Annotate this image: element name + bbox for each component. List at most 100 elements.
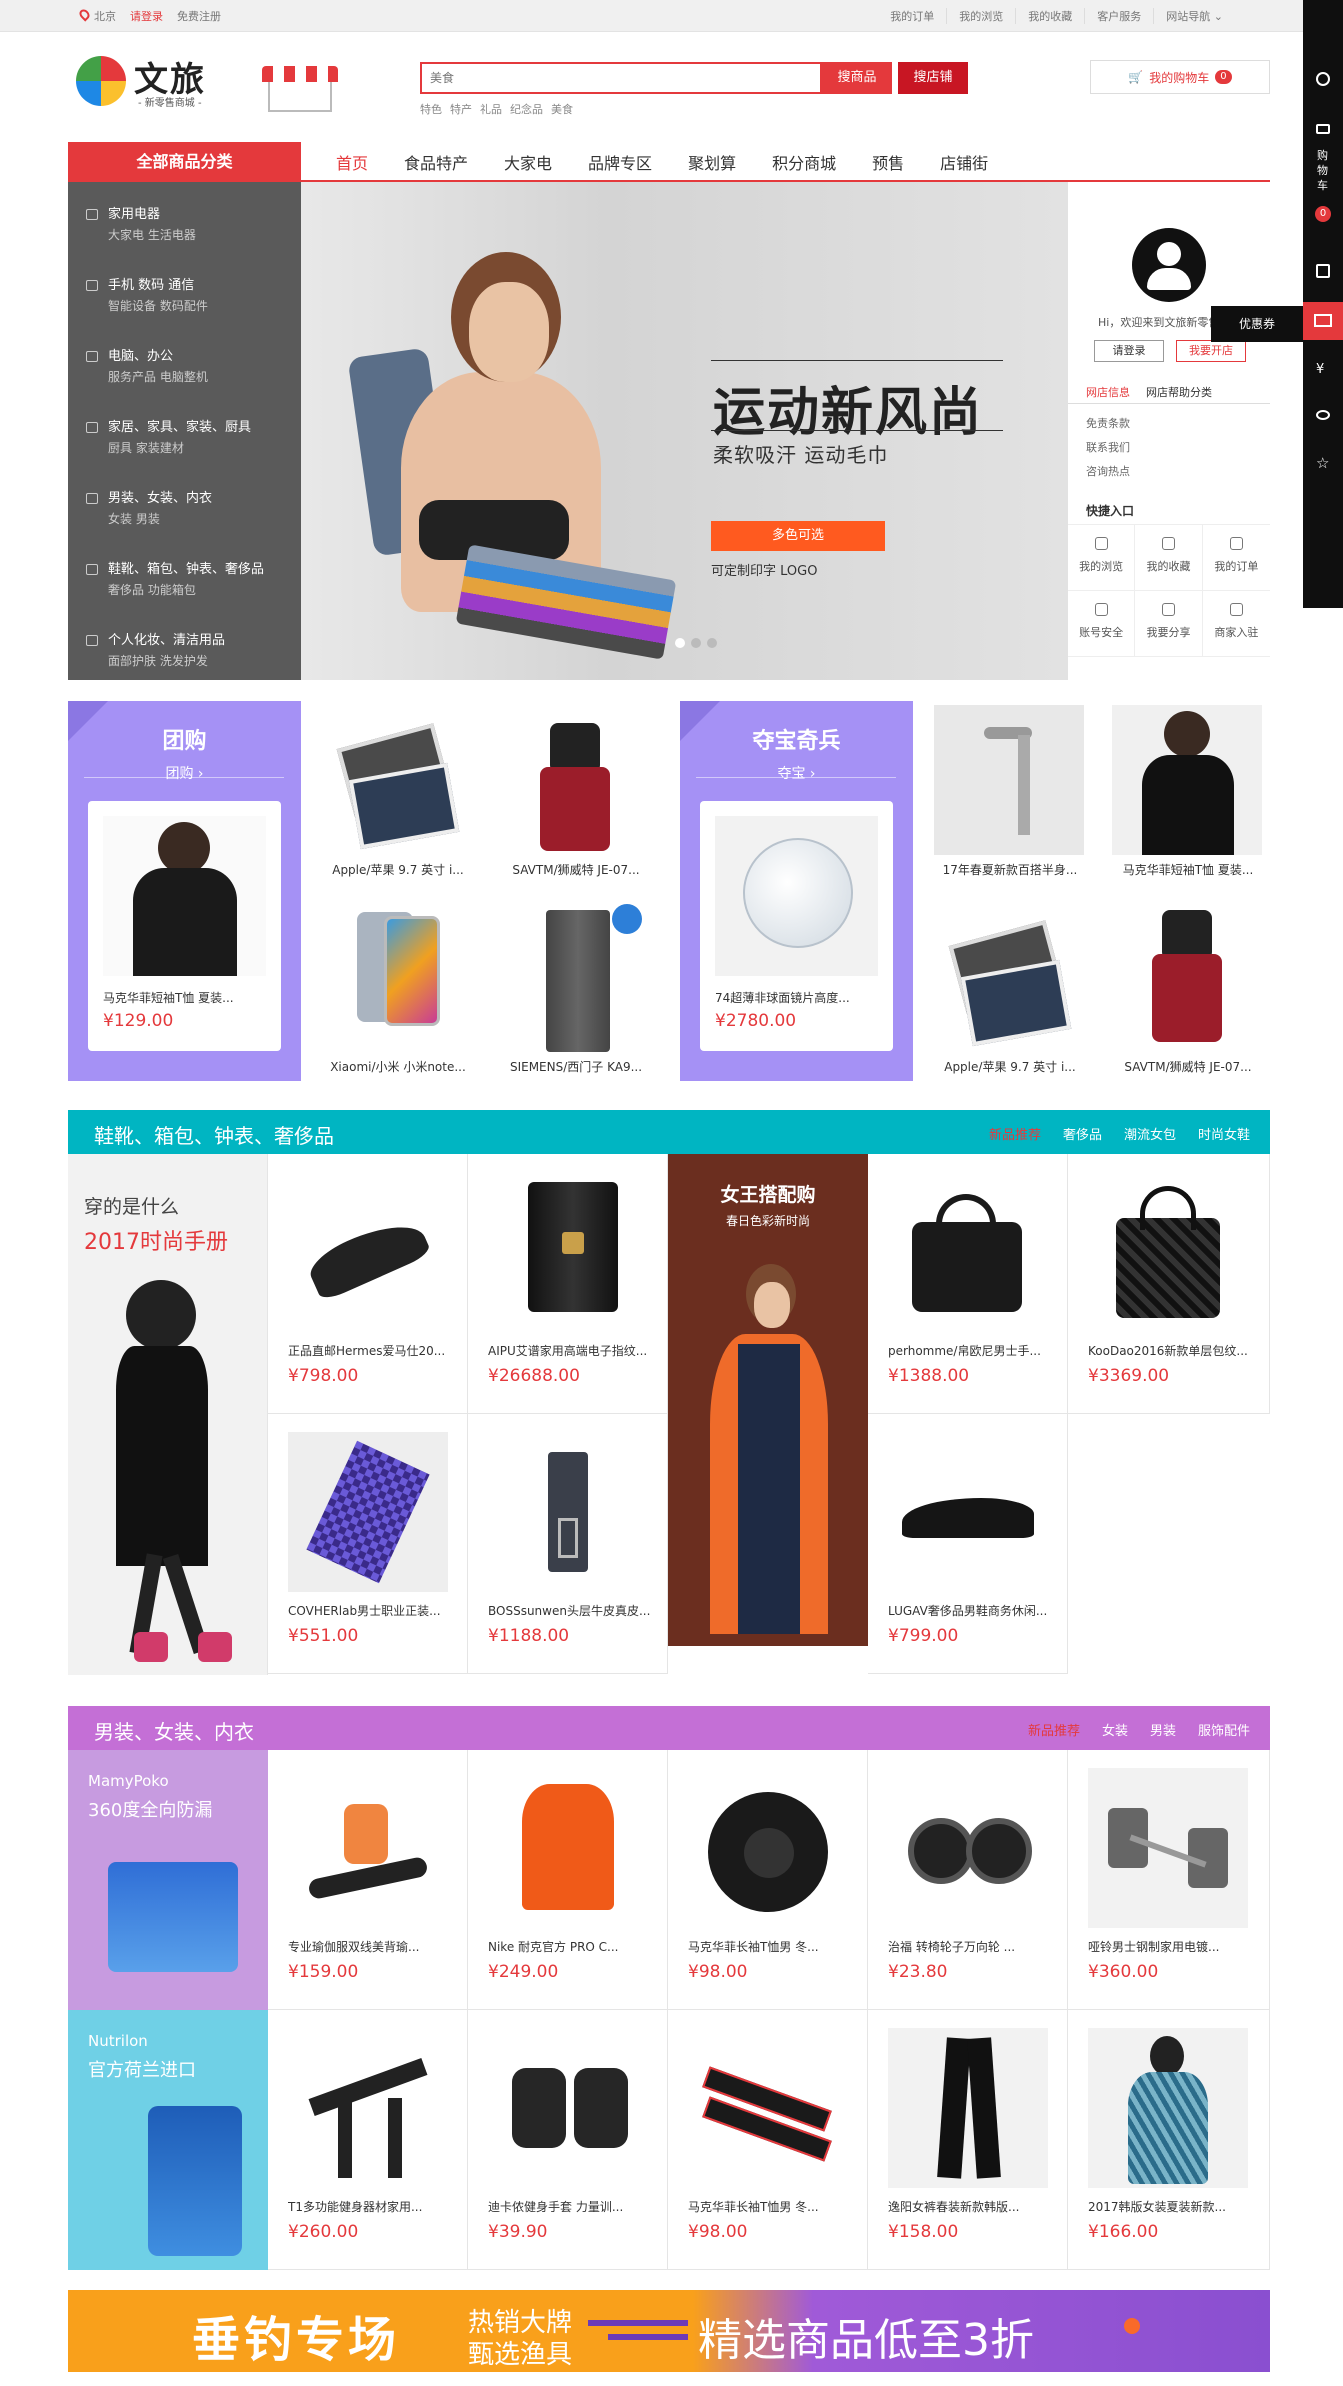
hero-banner[interactable]: 运动新风尚 柔软吸汗 运动毛巾 多色可选 可定制印字 LOGO [301, 182, 1068, 680]
treasure-panel[interactable]: 夺宝奇兵 夺宝 › 74超薄非球面镜片高度... ¥2780.00 [680, 701, 913, 1081]
product-card[interactable]: 迪卡侬健身手套 力量训... ¥39.90 [468, 2010, 668, 2270]
nav-brands[interactable]: 品牌专区 [588, 150, 652, 174]
cart-button[interactable]: 🛒 我的购物车 0 [1090, 60, 1270, 94]
nav-group-deals[interactable]: 聚划算 [688, 150, 736, 174]
login-link[interactable]: 请登录 [130, 8, 163, 24]
product-card[interactable]: SIEMENS/西门子 KA9... [490, 898, 662, 1094]
group-buy-panel[interactable]: 团购 团购 › 马克华菲短袖T恤 夏装... ¥129.00 [68, 701, 301, 1081]
user-icon[interactable] [1316, 72, 1330, 86]
floor-promo[interactable]: Nutrilon 官方荷兰进口 [68, 2010, 268, 2270]
product-card[interactable]: 正品直邮Hermes爱马仕20... ¥798.00 [268, 1154, 468, 1414]
floor-tab[interactable]: 时尚女鞋 [1198, 1124, 1250, 1143]
quick-orders[interactable]: 我的订单 [1202, 525, 1270, 591]
product-card[interactable]: 治福 转椅轮子万向轮 ... ¥23.80 [868, 1750, 1068, 2010]
notice-item[interactable]: 联系我们 [1086, 436, 1130, 460]
coupon-tooltip[interactable]: 优惠券 [1211, 306, 1303, 342]
eye-icon[interactable] [1316, 410, 1330, 420]
product-card[interactable]: LUGAV奢侈品男鞋商务休闲... ¥799.00 [868, 1414, 1068, 1674]
nav-appliances[interactable]: 大家电 [504, 150, 552, 174]
hot-word[interactable]: 礼品 [480, 101, 502, 117]
floor-tab[interactable]: 潮流女包 [1124, 1124, 1176, 1143]
floor-tab[interactable]: 男装 [1150, 1720, 1176, 1739]
floor-tab[interactable]: 奢侈品 [1063, 1124, 1102, 1143]
quick-favorites[interactable]: 我的收藏 [1135, 525, 1203, 591]
banner-dot[interactable] [691, 638, 701, 648]
product-card[interactable]: AIPU艾谱家用高端电子指纹... ¥26688.00 [468, 1154, 668, 1414]
banner-dot[interactable] [675, 638, 685, 648]
treasure-link[interactable]: 夺宝 › [680, 763, 913, 783]
quick-merchant[interactable]: 商家入驻 [1202, 591, 1270, 657]
category-item[interactable]: 家用电器 大家电 生活电器 [68, 194, 301, 265]
coupon-tab[interactable] [1303, 302, 1343, 340]
location[interactable]: 北京 [77, 7, 116, 24]
product-card[interactable]: SAVTM/狮威特 JE-07... [1102, 898, 1274, 1094]
star-icon[interactable]: ☆ [1316, 456, 1330, 471]
my-history-link[interactable]: 我的浏览 [946, 8, 1015, 24]
yen-icon[interactable]: ¥ [1316, 362, 1330, 377]
register-link[interactable]: 免费注册 [177, 8, 221, 24]
product-card[interactable]: T1多功能健身器材家用... ¥260.00 [268, 2010, 468, 2270]
notice-item[interactable]: 咨询热点 [1086, 460, 1130, 484]
product-card[interactable]: BOSSsunwen头层牛皮真皮... ¥1188.00 [468, 1414, 668, 1674]
product-card[interactable]: SAVTM/狮威特 JE-07... [490, 701, 662, 897]
hot-word[interactable]: 美食 [551, 101, 573, 117]
search-products-button[interactable]: 搜商品 [822, 62, 892, 94]
promo-banner[interactable]: 垂钓专场 热销大牌 甄选渔具 精选商品低至3折 [68, 2290, 1270, 2372]
category-item[interactable]: 个人化妆、清洁用品 面部护肤 洗发护发 [68, 620, 301, 691]
my-orders-link[interactable]: 我的订单 [878, 8, 946, 24]
floor-tab[interactable]: 新品推荐 [989, 1124, 1041, 1143]
group-buy-card[interactable]: 马克华菲短袖T恤 夏装... ¥129.00 [88, 801, 281, 1051]
cart-icon[interactable] [1316, 124, 1330, 134]
customer-service-link[interactable]: 客户服务 [1084, 8, 1153, 24]
toolbar-cart-label[interactable]: 购物车 [1317, 148, 1331, 193]
product-card[interactable]: Apple/苹果 9.7 英寸 i... [924, 898, 1096, 1094]
banner-button[interactable]: 多色可选 [711, 521, 885, 551]
hot-word[interactable]: 纪念品 [510, 101, 543, 117]
product-card[interactable]: 专业瑜伽服双线美背瑜... ¥159.00 [268, 1750, 468, 2010]
product-card[interactable]: 哑铃男士钢制家用电镀... ¥360.00 [1068, 1750, 1270, 2010]
quick-security[interactable]: 账号安全 [1068, 591, 1136, 657]
search-shops-button[interactable]: 搜店铺 [898, 62, 968, 94]
hot-word[interactable]: 特产 [450, 101, 472, 117]
category-item[interactable]: 电脑、办公 服务产品 电脑整机 [68, 336, 301, 407]
product-card[interactable]: COVHERlab男士职业正装... ¥551.00 [268, 1414, 468, 1674]
product-card[interactable]: Apple/苹果 9.7 英寸 i... [312, 701, 484, 897]
hot-word[interactable]: 特色 [420, 101, 442, 117]
search-input[interactable] [422, 64, 820, 92]
floor-promo[interactable]: MamyPoko 360度全向防漏 [68, 1750, 268, 2010]
quick-history[interactable]: 我的浏览 [1068, 525, 1136, 591]
floor-promo[interactable]: 穿的是什么 2017时尚手册 [68, 1154, 268, 1675]
quick-share[interactable]: 我要分享 [1135, 591, 1203, 657]
panel-login-button[interactable]: 请登录 [1094, 340, 1164, 362]
treasure-card[interactable]: 74超薄非球面镜片高度... ¥2780.00 [700, 801, 893, 1051]
my-favorites-link[interactable]: 我的收藏 [1015, 8, 1084, 24]
nav-presale[interactable]: 预售 [872, 150, 904, 174]
product-card[interactable]: 马克华菲长袖T恤男 冬... ¥98.00 [668, 2010, 868, 2270]
product-card[interactable]: 17年春夏新款百搭半身... [924, 701, 1096, 897]
floor-tab[interactable]: 女装 [1102, 1720, 1128, 1739]
tab-help[interactable]: 网店帮助分类 [1146, 384, 1212, 403]
floor-tab[interactable]: 新品推荐 [1028, 1720, 1080, 1739]
banner-dot[interactable] [707, 638, 717, 648]
floor-tab[interactable]: 服饰配件 [1198, 1720, 1250, 1739]
category-item[interactable]: 手机 数码 通信 智能设备 数码配件 [68, 265, 301, 336]
site-logo[interactable]: 文旅 - 新零售商城 - [76, 52, 226, 110]
product-card[interactable]: 2017韩版女装夏装新款... ¥166.00 [1068, 2010, 1270, 2270]
product-card[interactable]: Xiaomi/小米 小米note... [312, 898, 484, 1094]
group-buy-link[interactable]: 团购 › [68, 763, 301, 783]
product-card[interactable]: Nike 耐克官方 PRO C... ¥249.00 [468, 1750, 668, 2010]
nav-points-mall[interactable]: 积分商城 [772, 150, 836, 174]
category-item[interactable]: 家居、家具、家装、厨具 厨具 家装建材 [68, 407, 301, 478]
product-card[interactable]: perhomme/帛欧尼男士手... ¥1388.00 [868, 1154, 1068, 1414]
all-categories-button[interactable]: 全部商品分类 [68, 142, 301, 182]
category-item[interactable]: 鞋靴、箱包、钟表、奢侈品 奢侈品 功能箱包 [68, 549, 301, 620]
nav-home[interactable]: 首页 [336, 150, 368, 174]
nav-food[interactable]: 食品特产 [404, 150, 468, 174]
clipboard-icon[interactable] [1316, 264, 1330, 278]
site-nav-link[interactable]: 网站导航 ⌄ [1153, 8, 1235, 24]
category-item[interactable]: 男装、女装、内衣 女装 男装 [68, 478, 301, 549]
product-card[interactable]: KooDao2016新款单层包纹... ¥3369.00 [1068, 1154, 1270, 1414]
product-card[interactable]: 马克华菲长袖T恤男 冬... ¥98.00 [668, 1750, 868, 2010]
product-card[interactable]: 逸阳女裤春装新款韩版... ¥158.00 [868, 2010, 1068, 2270]
notice-item[interactable]: 免责条款 [1086, 412, 1130, 436]
